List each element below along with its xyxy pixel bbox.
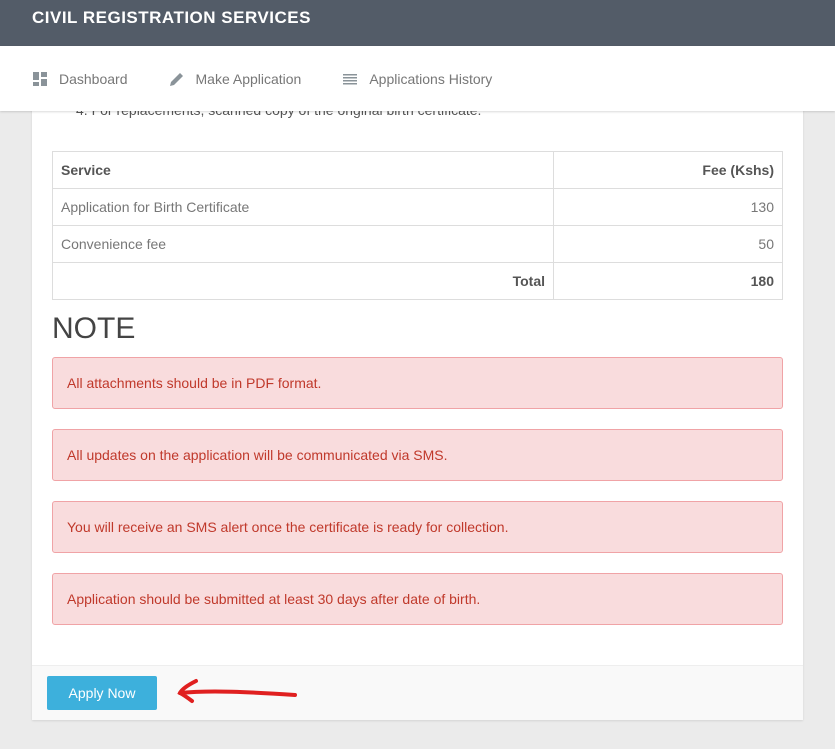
arrow-annotation-icon <box>177 679 297 703</box>
total-value: 180 <box>553 262 783 300</box>
alert-certificate-ready: You will receive an SMS alert once the c… <box>52 501 783 553</box>
header-service: Service <box>52 151 554 189</box>
nav-applications-history[interactable]: Applications History <box>343 71 492 87</box>
service-fee: 50 <box>553 225 783 263</box>
nav-label: Dashboard <box>59 70 128 87</box>
app-title: CIVIL REGISTRATION SERVICES <box>32 8 311 27</box>
app-header: CIVIL REGISTRATION SERVICES <box>0 0 835 46</box>
table-row: Convenience fee 50 <box>52 225 783 263</box>
dashboard-icon <box>33 71 47 86</box>
nav-label: Applications History <box>369 70 493 87</box>
service-name: Convenience fee <box>52 225 554 263</box>
list-icon <box>343 73 358 84</box>
header-fee: Fee (Kshs) <box>553 151 783 189</box>
nav-label: Make Application <box>195 70 302 87</box>
table-header-row: Service Fee (Kshs) <box>52 151 783 189</box>
service-name: Application for Birth Certificate <box>52 188 554 226</box>
service-fee: 130 <box>553 188 783 226</box>
total-row: Total 180 <box>52 262 783 300</box>
apply-now-button[interactable]: Apply Now <box>47 676 157 710</box>
nav-dashboard[interactable]: Dashboard <box>33 71 128 87</box>
note-heading: NOTE <box>52 312 136 345</box>
nav-make-application[interactable]: Make Application <box>169 70 302 87</box>
fees-table: Service Fee (Kshs) Application for Birth … <box>52 151 783 300</box>
total-label: Total <box>52 262 554 300</box>
nav-bar: Dashboard Make Application Applications … <box>0 46 835 111</box>
alert-pdf-format: All attachments should be in PDF format. <box>52 357 783 409</box>
pencil-icon <box>169 72 183 86</box>
alert-sms-updates: All updates on the application will be c… <box>52 429 783 481</box>
table-row: Application for Birth Certificate 130 <box>52 188 783 226</box>
alert-submission-deadline: Application should be submitted at least… <box>52 573 783 625</box>
